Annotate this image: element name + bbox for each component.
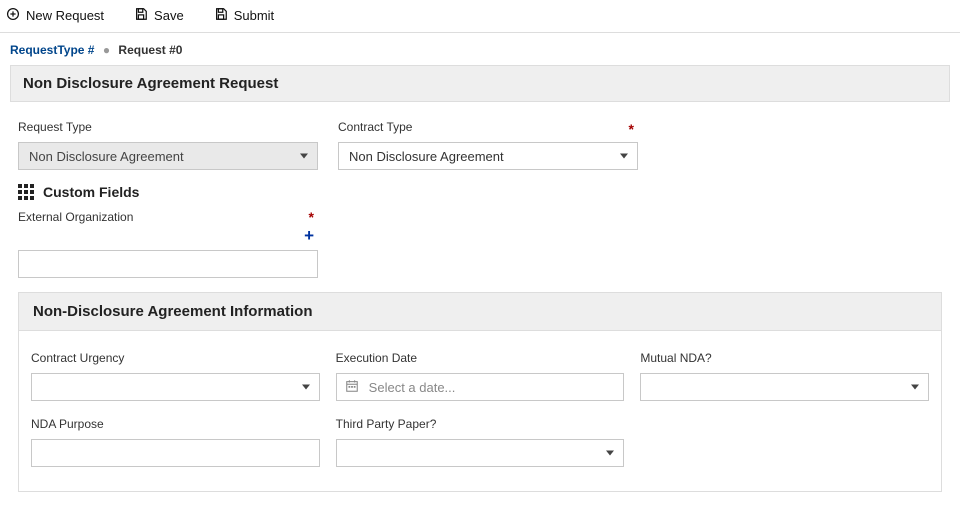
chevron-down-icon xyxy=(911,385,919,390)
request-type-dropdown[interactable]: Non Disclosure Agreement xyxy=(18,142,318,170)
nda-purpose-input[interactable] xyxy=(31,439,320,467)
section-body-main: Request Type Non Disclosure Agreement Co… xyxy=(10,102,950,502)
execution-date-placeholder: Select a date... xyxy=(369,380,456,395)
section-header-main: Non Disclosure Agreement Request xyxy=(10,65,950,102)
third-party-label: Third Party Paper? xyxy=(336,417,625,431)
request-type-label: Request Type xyxy=(18,120,318,134)
add-icon[interactable]: + xyxy=(304,227,314,244)
contract-type-value: Non Disclosure Agreement xyxy=(349,149,504,164)
submit-label: Submit xyxy=(234,8,274,23)
submit-icon xyxy=(214,7,228,24)
toolbar: New Request Save Submit xyxy=(0,0,960,33)
nda-purpose-label: NDA Purpose xyxy=(31,417,320,431)
section-header-nda: Non-Disclosure Agreement Information xyxy=(19,293,941,331)
save-icon xyxy=(134,7,148,24)
chevron-down-icon xyxy=(606,451,614,456)
breadcrumb-link[interactable]: RequestType # xyxy=(10,43,94,57)
external-org-input[interactable] xyxy=(18,250,318,278)
calendar-icon xyxy=(345,379,359,396)
execution-date-input[interactable]: Select a date... xyxy=(336,373,625,401)
save-label: Save xyxy=(154,8,184,23)
request-type-value: Non Disclosure Agreement xyxy=(29,149,184,164)
execution-date-label: Execution Date xyxy=(336,351,625,365)
plus-circle-icon xyxy=(6,7,20,24)
contract-type-dropdown[interactable]: Non Disclosure Agreement xyxy=(338,142,638,170)
custom-fields-label: Custom Fields xyxy=(43,184,139,200)
mutual-nda-label: Mutual NDA? xyxy=(640,351,929,365)
required-icon: * xyxy=(629,122,634,136)
submit-button[interactable]: Submit xyxy=(214,7,274,24)
grid-icon xyxy=(18,184,34,200)
breadcrumb-current: Request #0 xyxy=(118,43,182,57)
nda-info-section: Non-Disclosure Agreement Information Con… xyxy=(18,292,942,492)
contract-urgency-dropdown[interactable] xyxy=(31,373,320,401)
breadcrumb: RequestType # ● Request #0 xyxy=(0,33,960,65)
chevron-down-icon xyxy=(620,154,628,159)
required-icon: * xyxy=(309,210,314,224)
contract-urgency-label: Contract Urgency xyxy=(31,351,320,365)
custom-fields-header: Custom Fields xyxy=(18,184,942,200)
save-button[interactable]: Save xyxy=(134,7,184,24)
third-party-dropdown[interactable] xyxy=(336,439,625,467)
chevron-down-icon xyxy=(302,385,310,390)
new-request-label: New Request xyxy=(26,8,104,23)
contract-type-label: Contract Type xyxy=(338,120,638,134)
mutual-nda-dropdown[interactable] xyxy=(640,373,929,401)
new-request-button[interactable]: New Request xyxy=(6,7,104,24)
chevron-down-icon xyxy=(300,154,308,159)
breadcrumb-sep: ● xyxy=(103,43,110,57)
external-org-label: External Organization xyxy=(18,210,318,224)
